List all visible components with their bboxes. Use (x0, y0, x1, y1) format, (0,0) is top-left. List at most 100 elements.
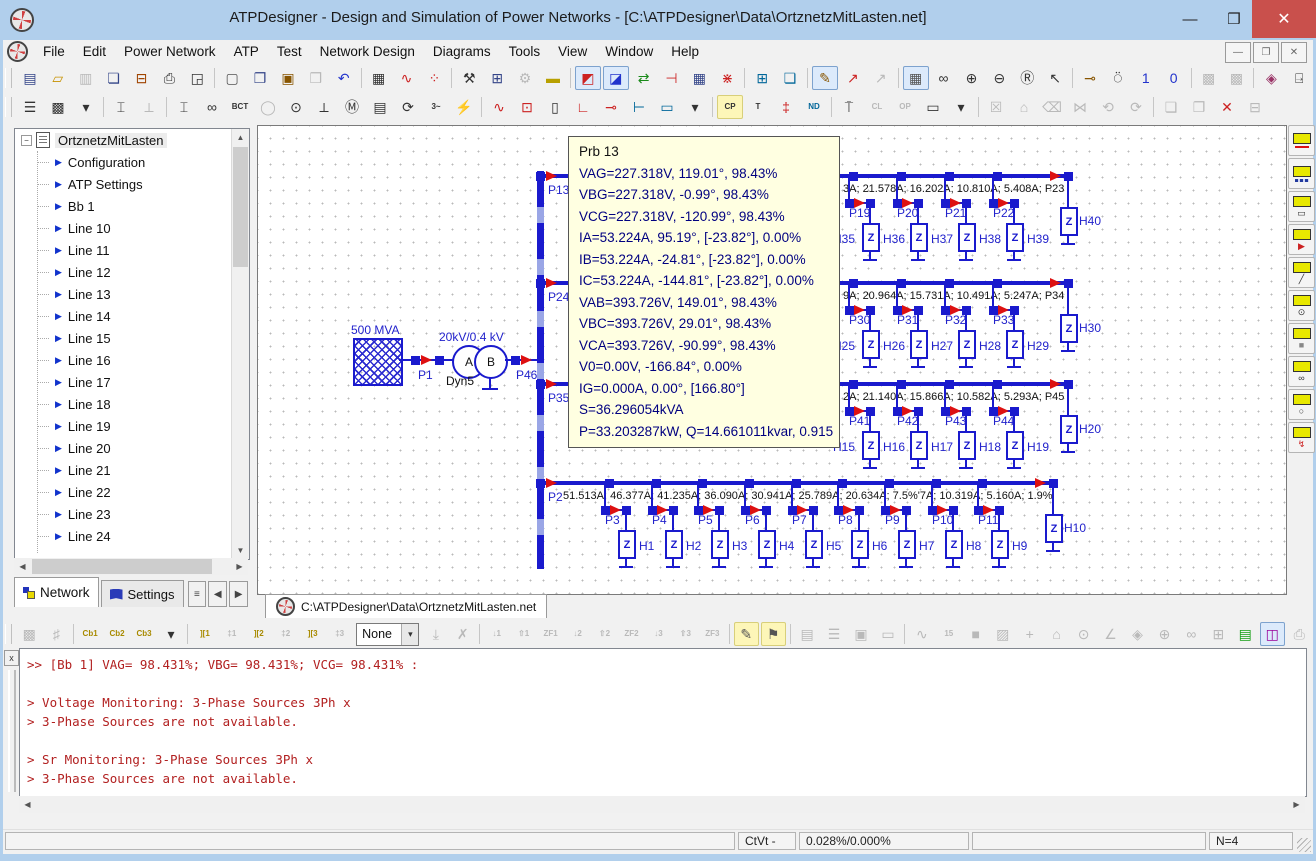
busbar-tap-node[interactable] (536, 479, 545, 488)
fill-dropdown-button[interactable]: ▾ (73, 95, 99, 119)
main-busbar[interactable] (537, 171, 544, 569)
lamp-button[interactable]: ⚡ (451, 95, 477, 119)
load-impedance[interactable]: Z (910, 330, 928, 359)
tee-branch-button[interactable]: ⊢ (626, 95, 652, 119)
load-impedance[interactable]: Z (805, 530, 823, 559)
title-bar[interactable]: ATPDesigner - Design and Simulation of P… (0, 0, 1316, 40)
harmonics-chart-button[interactable]: ∿ (486, 95, 512, 119)
menu-item-file[interactable]: File (34, 42, 74, 61)
bus-node[interactable] (897, 279, 906, 288)
node-link-button[interactable]: ⊸ (598, 95, 624, 119)
menu-item-window[interactable]: Window (596, 42, 662, 61)
tree-vertical-scrollbar[interactable]: ▲ ▼ (231, 129, 249, 559)
menu-item-network-design[interactable]: Network Design (311, 42, 424, 61)
load-impedance[interactable]: Z (958, 431, 976, 460)
area-select-button[interactable]: ▭ (654, 95, 680, 119)
tools-hammer-button[interactable]: ⚒ (456, 66, 482, 90)
menu-item-power-network[interactable]: Power Network (115, 42, 225, 61)
pointer-select-button[interactable]: ↖ (1042, 66, 1068, 90)
load-impedance[interactable]: Z (1060, 415, 1078, 444)
network-canvas[interactable]: 500 MVA P1 20kV/0.4 kV A B Dyn5 P46 P133… (258, 126, 1286, 594)
connection-node[interactable] (435, 356, 444, 365)
load-impedance[interactable]: Z (958, 330, 976, 359)
draw-switch-button[interactable]: ╱ (1288, 257, 1315, 288)
tab-list-button[interactable]: ≡ (188, 581, 207, 607)
draw-machine-button[interactable]: ○ (1288, 389, 1315, 420)
scroll-up-icon[interactable]: ▲ (232, 129, 249, 146)
hint-box-button[interactable]: ▬ (540, 66, 566, 90)
cut-network-button[interactable]: ⋇ (714, 66, 740, 90)
bus-node[interactable] (652, 479, 661, 488)
draw-fault-button[interactable]: ↯ (1288, 422, 1315, 453)
load-impedance[interactable]: Z (910, 223, 928, 252)
find-binoculars-button[interactable]: ⍥ (1105, 66, 1131, 90)
menu-item-diagrams[interactable]: Diagrams (424, 42, 500, 61)
draw-busbar-button[interactable] (1288, 158, 1315, 189)
scatter-plot-button[interactable]: ⁘ (421, 66, 447, 90)
bus-node[interactable] (849, 172, 858, 181)
tree-item-line-12[interactable]: ▶Line 12 (15, 261, 249, 283)
load-impedance[interactable]: Z (851, 530, 869, 559)
breaker-cb2-button[interactable]: Cb2 (105, 622, 130, 646)
select-dropdown-button[interactable]: ▾ (682, 95, 708, 119)
console-close-button[interactable]: x (4, 650, 19, 666)
load-impedance[interactable]: Z (711, 530, 729, 559)
bus-node[interactable] (945, 172, 954, 181)
element-dropdown-button[interactable]: ▾ (948, 95, 974, 119)
busbar-tap-node[interactable] (536, 279, 545, 288)
load-impedance[interactable]: Z (1006, 330, 1024, 359)
console-horizontal-scrollbar[interactable]: ◀ ▶ (19, 796, 1305, 813)
probe-b-button[interactable]: ⌶ (171, 95, 197, 119)
bus-node[interactable] (978, 479, 987, 488)
copy-attributes-button[interactable]: ❏ (777, 66, 803, 90)
menu-item-tools[interactable]: Tools (500, 42, 550, 61)
chart-window-button[interactable]: ◫ (1260, 622, 1285, 646)
breaker-3-button[interactable]: ][3 (300, 622, 325, 646)
new-file-button[interactable]: ▤ (17, 66, 43, 90)
undo-button[interactable]: ↶ (331, 66, 357, 90)
close-button[interactable]: ✕ (1252, 0, 1316, 38)
console-splitter-handle[interactable] (8, 670, 16, 792)
draw-mode-button[interactable]: ✎ (812, 66, 838, 90)
tab-network[interactable]: Network (14, 577, 99, 607)
zoom-in-button[interactable]: ⊕ (958, 66, 984, 90)
hierarchy-button[interactable]: ⊟ (129, 66, 155, 90)
node-chart-button[interactable]: ⊡ (514, 95, 540, 119)
tab-settings[interactable]: Settings (101, 580, 184, 607)
exchange-arrows-button[interactable]: ⇄ (631, 66, 657, 90)
motor-button[interactable]: Ⓜ (339, 95, 365, 119)
tree-scroll-thumb[interactable] (233, 147, 248, 267)
menu-item-atp[interactable]: ATP (225, 42, 268, 61)
connection-node[interactable] (411, 356, 420, 365)
load-impedance[interactable]: Z (958, 223, 976, 252)
bus-node[interactable] (993, 172, 1002, 181)
delete-element-button[interactable]: ✕ (1214, 95, 1240, 119)
print-button[interactable]: ⎙ (156, 66, 182, 90)
matrix-grid-button[interactable]: ▦ (686, 66, 712, 90)
draw-arrow-button[interactable]: ▶ (1288, 224, 1315, 255)
bus-node[interactable] (745, 479, 754, 488)
print-preview-button[interactable]: ◲ (184, 66, 210, 90)
bus-node[interactable] (897, 380, 906, 389)
breaker-1-button[interactable]: ][1 (192, 622, 217, 646)
draw-source-button[interactable]: ⊙ (1288, 290, 1315, 321)
phase-one-button[interactable]: 1 (1133, 66, 1159, 90)
load-impedance[interactable]: Z (758, 530, 776, 559)
scroll-right-icon[interactable]: ▶ (231, 558, 248, 575)
data-card-button[interactable]: ▤ (367, 95, 393, 119)
nd-element-button[interactable]: ND (801, 95, 827, 119)
measure-red-button[interactable]: ↗ (840, 66, 866, 90)
load-impedance[interactable]: Z (1006, 431, 1024, 460)
paste-button[interactable]: ▣ (275, 66, 301, 90)
busbar-tool-button[interactable]: ☰ (17, 95, 43, 119)
zoom-out-button[interactable]: ⊖ (986, 66, 1012, 90)
cp-tool-button[interactable]: CP (717, 95, 743, 119)
menu-item-view[interactable]: View (549, 42, 596, 61)
inductor-button[interactable]: ∞ (199, 95, 225, 119)
tree-item-line-23[interactable]: ▶Line 23 (15, 503, 249, 525)
load-impedance[interactable]: Z (1006, 223, 1024, 252)
menu-item-help[interactable]: Help (662, 42, 708, 61)
tree-root-item[interactable]: −OrtznetzMitLasten (15, 129, 249, 151)
tree-item-line-15[interactable]: ▶Line 15 (15, 327, 249, 349)
tree-item-line-13[interactable]: ▶Line 13 (15, 283, 249, 305)
